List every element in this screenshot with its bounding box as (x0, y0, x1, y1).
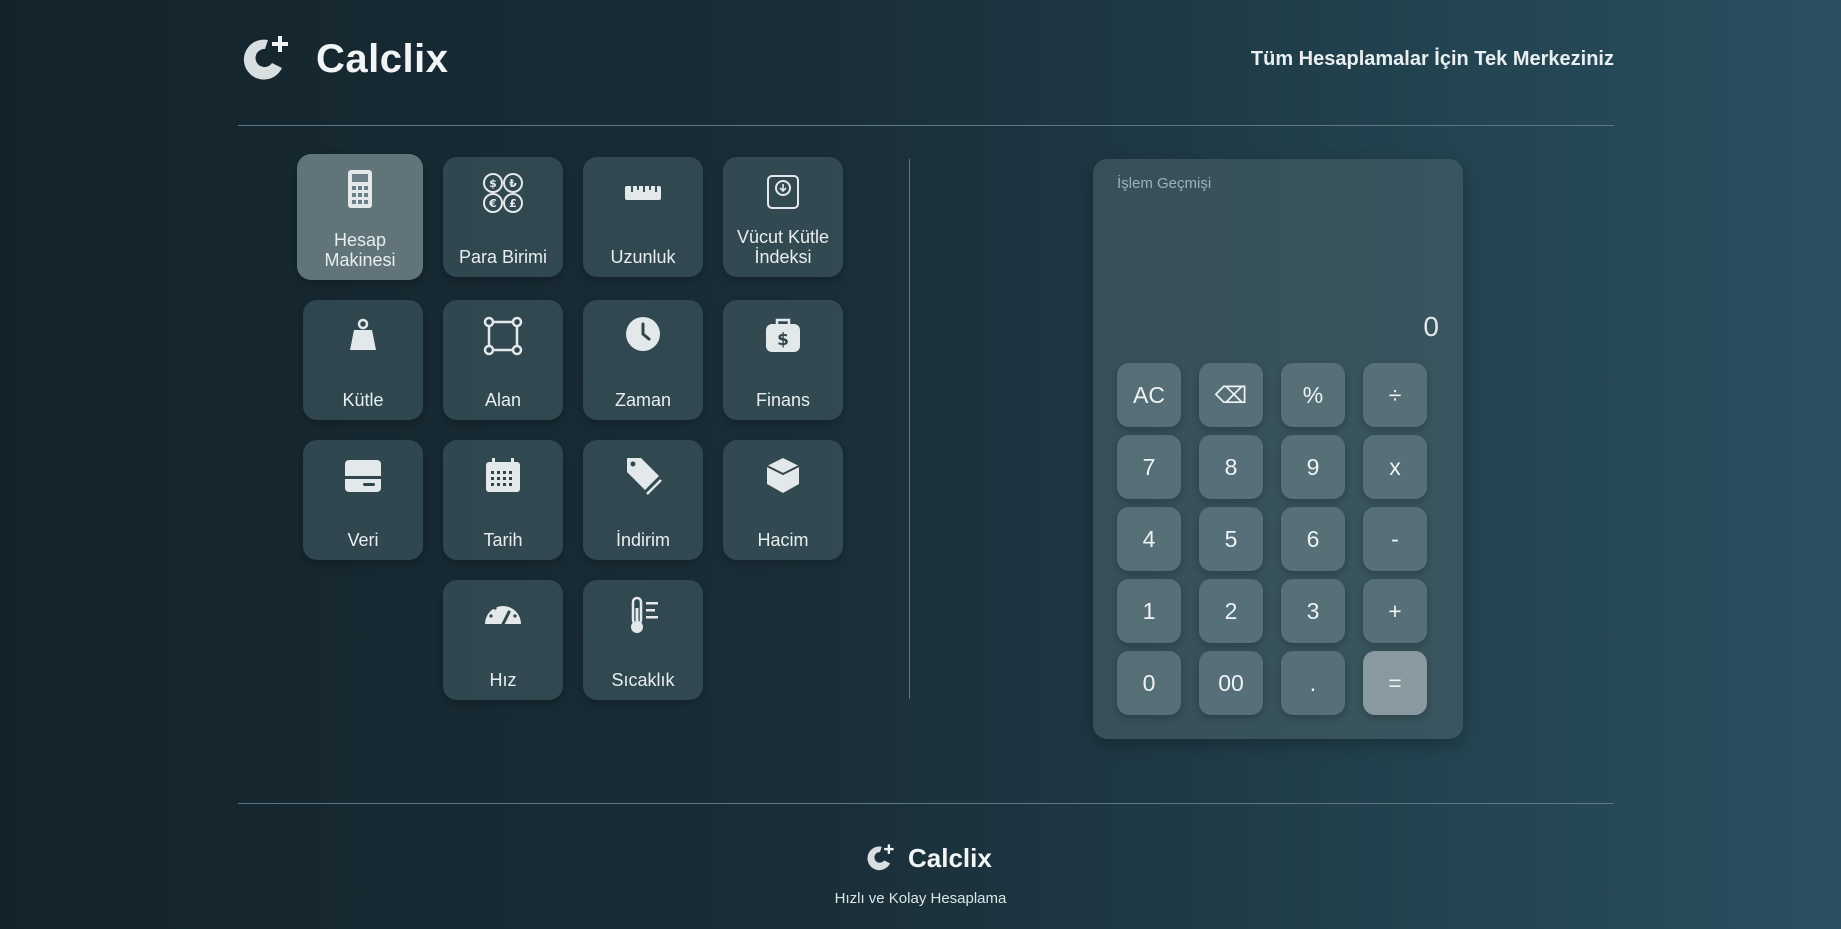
calendar-icon (486, 458, 520, 492)
calclix-logo-icon (867, 844, 894, 871)
category-kutle[interactable]: Kütle (303, 300, 423, 420)
key-decimal[interactable]: . (1281, 651, 1345, 715)
cube-icon (766, 458, 800, 493)
category-label: Sıcaklık (611, 670, 675, 690)
key-plus[interactable]: + (1363, 579, 1427, 643)
tags-icon (627, 458, 662, 495)
bmi-scale-icon (767, 175, 799, 209)
key-equals[interactable]: = (1363, 651, 1427, 715)
calclix-logo-icon (243, 36, 288, 80)
category-indirim[interactable]: İndirim (583, 440, 703, 560)
category-veri[interactable]: Veri (303, 440, 423, 560)
category-uzunluk[interactable]: Uzunluk (583, 157, 703, 277)
key-backspace[interactable]: ⌫ (1199, 363, 1263, 427)
key-minus[interactable]: - (1363, 507, 1427, 571)
svg-text:$: $ (489, 177, 497, 190)
category-hacim[interactable]: Hacim (723, 440, 843, 560)
svg-text:₺: ₺ (509, 177, 517, 190)
category-label: Alan (484, 390, 522, 410)
category-label: İndirim (615, 530, 670, 550)
category-label: Tarih (483, 530, 523, 550)
svg-text:£: £ (509, 197, 517, 210)
category-sicaklik[interactable]: Sıcaklık (583, 580, 703, 700)
hard-drive-icon (345, 460, 381, 492)
key-7[interactable]: 7 (1117, 435, 1181, 499)
tagline: Tüm Hesaplamalar İçin Tek Merkeziniz (1250, 48, 1614, 70)
key-2[interactable]: 2 (1199, 579, 1263, 643)
calculator-icon (348, 170, 372, 208)
category-alan[interactable]: Alan (443, 300, 563, 420)
category-label: Hesap Makinesi (324, 230, 396, 270)
header: Calclix Tüm Hesaplamalar İçin Tek Merkez… (238, 30, 1614, 94)
key-divide[interactable]: ÷ (1363, 363, 1427, 427)
brand-logo[interactable]: Calclix (238, 32, 448, 86)
calculator-panel: İşlem Geçmişi 0 AC ⌫ % ÷ 7 8 9 x 4 5 6 -… (1093, 159, 1463, 739)
calculator-display: 0 (1423, 311, 1439, 342)
key-clear[interactable]: AC (1117, 363, 1181, 427)
footer-divider (238, 803, 1614, 804)
ruler-icon (625, 186, 661, 200)
history-label: İşlem Geçmişi (1117, 175, 1212, 192)
key-6[interactable]: 6 (1281, 507, 1345, 571)
key-9[interactable]: 9 (1281, 435, 1345, 499)
area-icon (483, 316, 523, 356)
key-8[interactable]: 8 (1199, 435, 1263, 499)
key-4[interactable]: 4 (1117, 507, 1181, 571)
category-label: Vücut Kütle İndeksi (736, 227, 830, 267)
category-vucut-kutle-indeksi[interactable]: Vücut Kütle İndeksi (723, 157, 843, 277)
category-label: Kütle (342, 390, 384, 410)
header-divider (238, 125, 1614, 126)
vertical-divider (909, 159, 910, 699)
key-3[interactable]: 3 (1281, 579, 1345, 643)
svg-text:$: $ (777, 330, 789, 350)
category-hesap-makinesi[interactable]: Hesap Makinesi (297, 154, 423, 280)
category-label: Hacim (757, 530, 809, 550)
category-tarih[interactable]: Tarih (443, 440, 563, 560)
category-grid: Hesap Makinesi $ ₺ € £ Para Birimi Uzunluk … (297, 154, 845, 702)
category-finans[interactable]: $ Finans (723, 300, 843, 420)
key-percent[interactable]: % (1281, 363, 1345, 427)
category-label: Para Birimi (458, 247, 547, 267)
category-zaman[interactable]: Zaman (583, 300, 703, 420)
key-0[interactable]: 0 (1117, 651, 1181, 715)
footer-subtitle: Hızlı ve Kolay Hesaplama (834, 890, 1007, 907)
key-multiply[interactable]: x (1363, 435, 1427, 499)
key-5[interactable]: 5 (1199, 507, 1263, 571)
category-hiz[interactable]: Hız (443, 580, 563, 700)
speedometer-icon (485, 602, 521, 626)
category-label: Finans (755, 390, 811, 410)
category-label: Zaman (614, 390, 672, 410)
weight-icon (350, 318, 376, 350)
currency-icon: $ ₺ € £ (483, 173, 523, 213)
thermometer-icon (631, 596, 658, 633)
money-bag-icon: $ (766, 318, 800, 352)
category-label: Hız (489, 670, 517, 690)
footer-logo[interactable]: Calclix (864, 842, 992, 874)
category-para-birimi[interactable]: $ ₺ € £ Para Birimi (443, 157, 563, 277)
footer-brand-name: Calclix (908, 842, 992, 873)
key-1[interactable]: 1 (1117, 579, 1181, 643)
category-label: Veri (347, 530, 379, 550)
svg-text:€: € (488, 197, 497, 210)
category-label: Uzunluk (610, 247, 676, 267)
clock-icon (626, 317, 660, 351)
brand-name: Calclix (316, 36, 449, 81)
key-00[interactable]: 00 (1199, 651, 1263, 715)
